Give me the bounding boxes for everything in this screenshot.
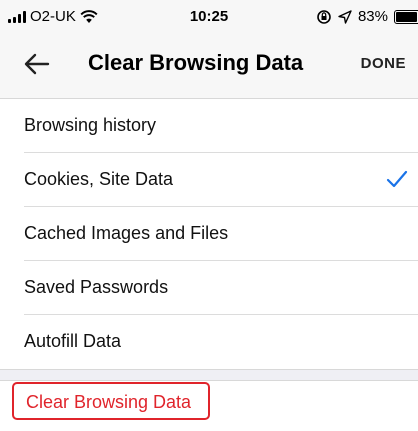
list-item-label: Cookies, Site Data bbox=[24, 169, 174, 189]
location-icon bbox=[338, 9, 352, 24]
clear-browsing-data-label: Clear Browsing Data bbox=[26, 392, 192, 412]
list-item-cookies-site-data[interactable]: Cookies, Site Data bbox=[24, 153, 418, 207]
list-item-label: Autofill Data bbox=[24, 331, 122, 351]
battery-percent: 83% bbox=[357, 8, 388, 25]
status-bar: O2-UK 10:25 83% bbox=[0, 0, 418, 34]
clear-browsing-data-button[interactable]: Clear Browsing Data bbox=[12, 382, 210, 420]
list-item-label: Cached Images and Files bbox=[24, 223, 229, 243]
battery-icon bbox=[394, 9, 418, 24]
clear-section: Clear Browsing Data bbox=[0, 380, 418, 431]
list-item-saved-passwords[interactable]: Saved Passwords bbox=[24, 261, 418, 315]
list-item-autofill-data[interactable]: Autofill Data bbox=[24, 315, 418, 369]
rotation-lock-icon bbox=[317, 9, 331, 24]
navigation-bar: Clear Browsing Data DONE bbox=[0, 34, 418, 99]
back-arrow-icon[interactable] bbox=[22, 49, 52, 79]
page-title: Clear Browsing Data bbox=[88, 50, 304, 75]
checkmark-icon bbox=[386, 170, 408, 188]
list-item-label: Browsing history bbox=[24, 115, 157, 135]
status-right: 83% bbox=[316, 8, 418, 25]
list-item-cached-images[interactable]: Cached Images and Files bbox=[24, 207, 418, 261]
list-item-label: Saved Passwords bbox=[24, 277, 169, 297]
done-button[interactable]: DONE bbox=[361, 55, 406, 72]
data-type-list: Browsing history Cookies, Site Data Cach… bbox=[0, 99, 418, 370]
list-item-browsing-history[interactable]: Browsing history bbox=[24, 99, 418, 153]
